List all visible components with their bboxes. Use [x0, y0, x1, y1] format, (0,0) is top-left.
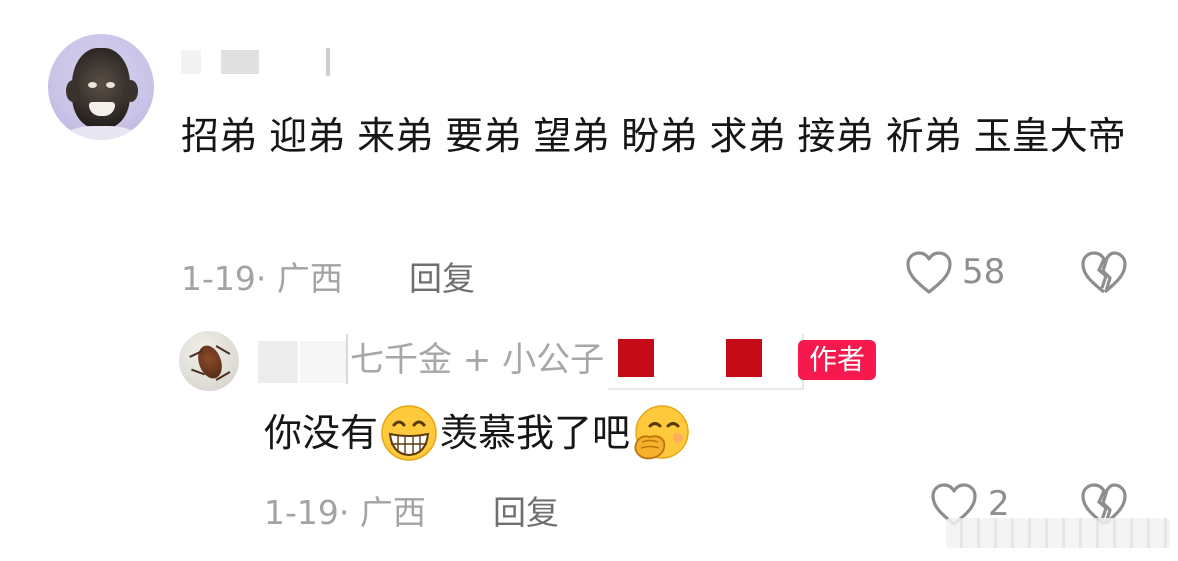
reply-text-part: 羡慕我了吧: [440, 411, 631, 455]
eye-shape: [88, 82, 97, 88]
watermark-overlay: [946, 518, 1170, 548]
reply-text-part: 你没有: [264, 411, 379, 455]
reply-username[interactable]: 七千金 + 小公子: [350, 336, 604, 384]
broken-heart-icon[interactable]: [1080, 250, 1128, 296]
reply-avatar[interactable]: [179, 331, 239, 391]
author-badge: 作者: [798, 340, 876, 380]
like-count: 58: [962, 252, 1006, 292]
grinning-face-icon: [380, 404, 438, 462]
eye-shape: [106, 82, 115, 88]
redacted-username: [181, 50, 201, 74]
redacted-underline: [608, 388, 804, 390]
reply-date-location: 1-19· 广西: [264, 493, 426, 532]
comment-text: 招弟 迎弟 来弟 要弟 望弟 盼弟 求弟 接弟 祈弟 玉皇大帝: [181, 114, 1126, 158]
redacted-username: [258, 341, 298, 383]
main-comment-avatar[interactable]: [48, 34, 154, 140]
comment-date-location: 1-19· 广西: [181, 259, 343, 298]
reply-button[interactable]: 回复: [409, 252, 475, 300]
redacted-username: [618, 339, 654, 377]
redacted-username: [221, 50, 259, 74]
heart-outline-icon[interactable]: [905, 250, 953, 296]
reply-text: 你没有 羡慕我了吧: [264, 404, 692, 462]
collar-shape: [68, 126, 134, 140]
face-with-hand-over-mouth-icon: [632, 404, 690, 462]
redacted-username: [726, 339, 762, 377]
redacted-username: [326, 48, 330, 76]
ear-shape: [66, 80, 80, 102]
reply-button[interactable]: 回复: [493, 486, 559, 534]
redacted-username: [300, 341, 346, 383]
ear-shape: [124, 80, 138, 102]
redacted-username: [346, 334, 348, 384]
face-shape: [72, 48, 130, 128]
